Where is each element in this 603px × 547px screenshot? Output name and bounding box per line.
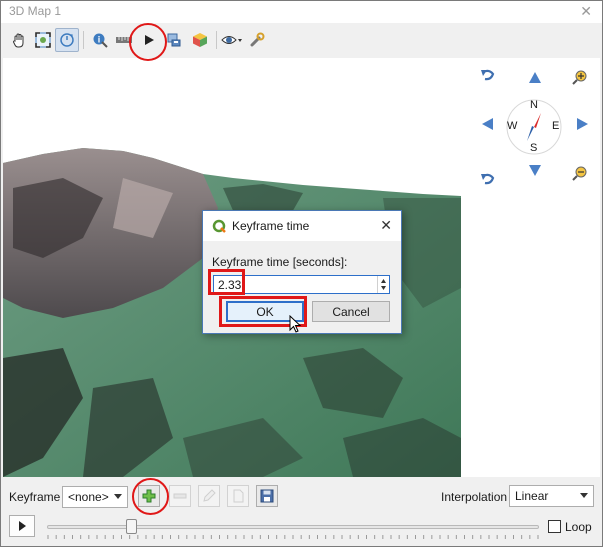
save-icon — [260, 489, 274, 503]
remove-keyframe-button[interactable] — [169, 485, 191, 507]
chevron-down-icon — [580, 493, 588, 498]
edit-keyframe-button[interactable] — [198, 485, 220, 507]
compass-north-label: N — [530, 99, 538, 111]
pan-right-icon[interactable] — [577, 118, 588, 130]
zoom-full-button[interactable] — [31, 28, 55, 52]
zoom-in-icon[interactable] — [572, 70, 587, 85]
window-title: 3D Map 1 — [9, 4, 62, 18]
zoom-out-icon[interactable] — [572, 166, 587, 181]
zoom-full-icon — [35, 32, 51, 48]
rotate-left-icon[interactable] — [481, 69, 495, 81]
tilt-down-icon[interactable] — [529, 165, 541, 176]
3d-map-window: 3D Map 1 ✕ i N S E W Keyframe time ✕ Key… — [0, 0, 603, 547]
chevron-down-icon — [114, 494, 122, 499]
document-icon — [233, 489, 244, 503]
highlight-animations-button — [129, 23, 167, 61]
spin-arrows[interactable] — [377, 276, 389, 293]
wrench-icon — [250, 32, 265, 47]
cancel-button[interactable]: Cancel — [312, 301, 390, 322]
highlight-value-field — [208, 269, 245, 295]
play-animation-button[interactable] — [9, 515, 35, 537]
compass-west-label: W — [507, 120, 518, 132]
duplicate-keyframe-button[interactable] — [227, 485, 249, 507]
pencil-icon — [203, 489, 216, 502]
identify-button[interactable]: i — [88, 28, 112, 52]
export-animation-button[interactable] — [256, 485, 278, 507]
qgis-logo-icon — [212, 219, 226, 233]
play-icon — [19, 521, 26, 531]
loop-label: Loop — [565, 520, 592, 534]
dialog-title: Keyframe time — [232, 219, 310, 233]
keyframe-label: Keyframe — [9, 490, 61, 504]
mouse-pointer-icon — [289, 315, 302, 333]
interpolation-label: Interpolation — [441, 490, 508, 504]
configure-button[interactable] — [245, 28, 269, 52]
hand-icon — [13, 33, 24, 48]
pan-left-icon[interactable] — [482, 118, 493, 130]
cube-icon — [193, 33, 207, 47]
eye-icon — [221, 36, 242, 44]
loop-checkbox[interactable] — [548, 520, 561, 533]
camera-rotate-icon — [60, 33, 74, 47]
spin-up-down-icon — [381, 279, 386, 290]
pan-button[interactable] — [7, 28, 31, 52]
window-close-button[interactable]: ✕ — [580, 3, 592, 20]
svg-text:i: i — [98, 35, 101, 45]
interpolation-combobox[interactable]: Linear — [509, 485, 594, 507]
remove-icon — [173, 493, 187, 499]
compass-south-label: S — [530, 142, 538, 154]
keyframe-time-label: Keyframe time [seconds]: — [212, 255, 348, 269]
highlight-add-keyframe — [132, 478, 169, 515]
save-image-icon — [167, 33, 181, 47]
dialog-close-button[interactable]: ✕ — [380, 217, 392, 234]
interpolation-value: Linear — [515, 489, 549, 503]
slider-ticks — [47, 535, 539, 539]
camera-control-button[interactable] — [55, 28, 79, 52]
export-3d-button[interactable] — [188, 28, 212, 52]
slider-handle[interactable] — [125, 519, 137, 534]
compass-east-label: E — [552, 120, 560, 132]
animation-time-slider[interactable] — [47, 525, 539, 529]
animation-panel: Keyframe <none> Interpolation Linear Loo… — [1, 478, 602, 546]
camera-options-button[interactable] — [220, 28, 244, 52]
compass[interactable]: N S E W — [504, 97, 564, 157]
identify-icon: i — [93, 33, 108, 48]
title-bar: 3D Map 1 ✕ — [1, 1, 602, 23]
toolbar-separator — [216, 31, 217, 49]
dialog-title-bar: Keyframe time ✕ — [203, 211, 401, 241]
keyframe-combobox[interactable]: <none> — [62, 486, 128, 508]
keyframe-combobox-value: <none> — [68, 490, 109, 504]
toolbar-separator — [83, 31, 84, 49]
rotate-right-icon[interactable] — [481, 173, 495, 185]
toolbar: i — [1, 25, 602, 57]
tilt-up-icon[interactable] — [529, 72, 541, 83]
